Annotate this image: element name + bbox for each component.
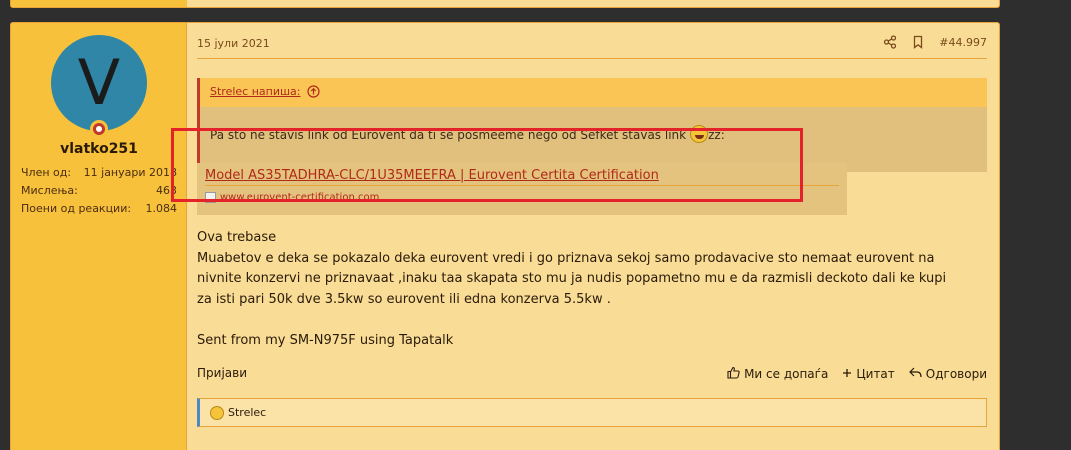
- share-icon[interactable]: [883, 35, 897, 49]
- reply-icon: [908, 366, 922, 382]
- post-actions-right: Ми се допаѓа Цитат Одговори: [727, 366, 987, 382]
- reaction-users[interactable]: Strelec: [228, 406, 266, 419]
- user-stats: Член од: 11 јануари 2018 Мислења: 463 По…: [21, 164, 177, 218]
- stat-row-joined: Член од: 11 јануари 2018: [21, 164, 177, 182]
- avatar[interactable]: V: [51, 35, 147, 131]
- post-tools: #44.997: [883, 35, 987, 49]
- quote-author-link[interactable]: Strelec напиша:: [210, 85, 301, 98]
- body-line: za isti pari 50k dve 3.5kw so eurovent i…: [197, 291, 611, 307]
- online-status-icon: [90, 120, 108, 138]
- post-date[interactable]: 15 јули 2021: [197, 37, 270, 50]
- avatar-initial: V: [77, 46, 121, 119]
- stat-label: Поени од реакции:: [21, 202, 132, 215]
- arrow-up-circle-icon[interactable]: [307, 85, 320, 101]
- highlight-annotation-box: [171, 128, 803, 202]
- plus-icon: [842, 367, 852, 381]
- forum-post: V vlatko251 Член од: 11 јануари 2018 Мис…: [10, 22, 1000, 450]
- reply-button[interactable]: Одговори: [908, 366, 987, 382]
- post-body: Ova trebase Muabetov e deka se pokazalo …: [197, 228, 987, 351]
- thumbs-up-icon: [727, 366, 740, 382]
- stat-row-reaction-points: Поени од реакции: 1.084: [21, 200, 177, 218]
- body-line: Ova trebase: [197, 230, 277, 245]
- laugh-reaction-icon: [210, 405, 224, 420]
- username[interactable]: vlatko251: [11, 141, 187, 157]
- body-line: Muabetov e deka se pokazalo deka euroven…: [197, 250, 935, 266]
- reply-label: Одговори: [925, 367, 987, 381]
- previous-post-sidebar: [11, 0, 187, 7]
- body-line: nivnite konzervi ne priznavaat ,inaku ta…: [197, 271, 947, 286]
- stat-label: Мислења:: [21, 184, 78, 197]
- stat-label: Член од:: [21, 166, 72, 179]
- post-header: 15 јули 2021 #44.997: [197, 35, 987, 59]
- stat-value: 1.084: [145, 202, 178, 215]
- reactions-bar[interactable]: Strelec: [197, 398, 987, 427]
- quote-header: Strelec напиша:: [200, 78, 987, 107]
- post-actions: Пријави Ми се допаѓа Цитат Одговори: [197, 366, 987, 384]
- post-number[interactable]: #44.997: [939, 36, 987, 49]
- body-line: [197, 310, 987, 331]
- report-button[interactable]: Пријави: [197, 366, 247, 380]
- post-main: 15 јули 2021 #44.997 Strelec напиша: Pa …: [197, 23, 987, 450]
- quote-label: Цитат: [856, 367, 895, 381]
- stat-value: 11 јануари 2018: [83, 166, 177, 179]
- like-button[interactable]: Ми се допаѓа: [727, 366, 828, 382]
- bookmark-icon[interactable]: [911, 35, 925, 49]
- body-line: Sent from my SM-N975F using Tapatalk: [197, 332, 454, 348]
- stat-row-messages: Мислења: 463: [21, 182, 177, 200]
- like-label: Ми се допаѓа: [744, 367, 829, 381]
- user-sidebar: V vlatko251 Член од: 11 јануари 2018 Мис…: [11, 23, 187, 450]
- quote-button[interactable]: Цитат: [842, 366, 895, 382]
- previous-post-footer: [10, 0, 1000, 8]
